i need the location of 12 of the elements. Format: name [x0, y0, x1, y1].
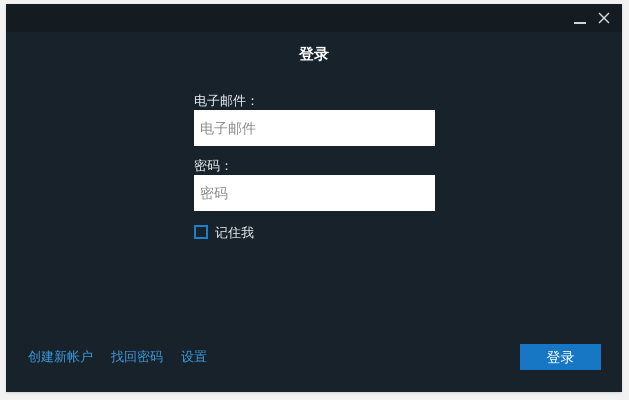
dialog-title: 登录: [299, 45, 329, 65]
link[interactable]: 找回密码: [111, 347, 163, 367]
checkbox[interactable]: [194, 225, 208, 240]
field-label: 电子邮件：: [194, 92, 260, 108]
email-field[interactable]: 电子邮件: [194, 110, 435, 146]
checkbox-label: 记住我: [215, 224, 254, 242]
close-icon[interactable]: [598, 12, 610, 24]
link[interactable]: 创建新帐户: [28, 347, 93, 367]
password-field[interactable]: 密码: [194, 174, 435, 210]
field-label: 密码：: [194, 158, 234, 174]
link[interactable]: 设置: [181, 347, 207, 367]
login-button[interactable]: 登录: [520, 344, 601, 370]
